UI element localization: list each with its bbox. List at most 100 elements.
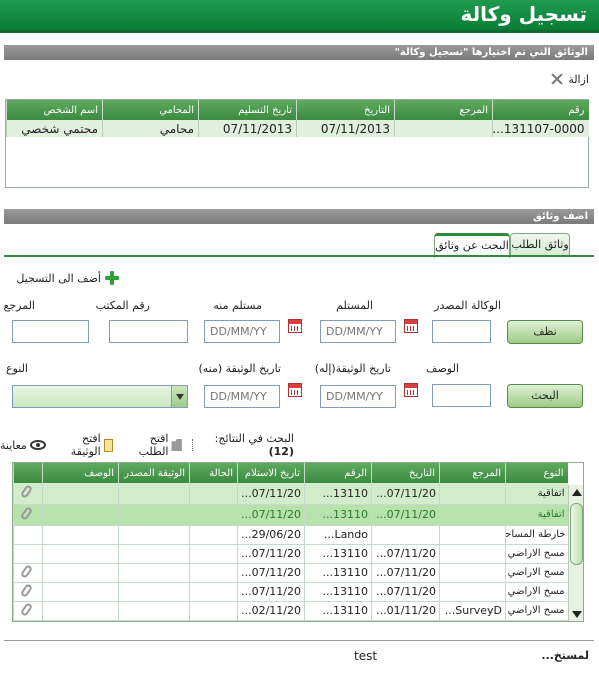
reference-label: المرجع: [3, 299, 36, 312]
results-table: النوع المرجع التاريخ الرقم تاريخ الاستلا…: [12, 462, 584, 622]
column-header[interactable]: رقم: [492, 100, 589, 120]
add-to-registration-button[interactable]: أضف الى التسجيل: [16, 271, 119, 285]
column-header[interactable]: المرجع: [394, 100, 493, 120]
column-header[interactable]: التاريخ: [371, 463, 440, 483]
document-date-from-input[interactable]: [204, 385, 280, 408]
cell-date: 07/11/20...: [371, 544, 440, 564]
cell-received-date: 07/11/20...: [237, 483, 305, 505]
cell-number: 131107-0000...: [492, 120, 589, 137]
clear-button[interactable]: نظف: [507, 320, 583, 344]
cell-number: 13110...: [304, 483, 372, 505]
paperclip-icon[interactable]: [19, 484, 34, 500]
cell-date: 07/11/20...: [371, 563, 440, 583]
column-header[interactable]: تاريخ الاستلام: [237, 463, 305, 483]
cell-reference: [394, 120, 493, 137]
cell-reference: [439, 483, 506, 505]
open-request-button[interactable]: افتح الطلب: [123, 432, 182, 458]
source-agency-input[interactable]: [432, 320, 491, 343]
paperclip-icon[interactable]: [19, 505, 34, 521]
eye-icon: [29, 440, 46, 450]
column-header[interactable]: تاريخ التسليم: [198, 100, 297, 120]
document-date-to-input[interactable]: [320, 385, 396, 408]
results-count: (12): [268, 445, 294, 458]
description-label: الوصف: [426, 362, 459, 375]
cell-received-date: 07/11/20...: [237, 582, 305, 602]
cell-number: 13110...: [304, 582, 372, 602]
plus-icon: [105, 271, 119, 285]
column-header[interactable]: النوع: [505, 463, 568, 483]
paperclip-icon[interactable]: [19, 563, 34, 579]
table-row[interactable]: اتفاقية 07/11/20... 13110... 07/11/20...: [13, 504, 568, 526]
close-icon: [550, 72, 564, 86]
cell-description: [42, 582, 119, 602]
cell-description: [42, 525, 119, 545]
column-header[interactable]: المحامي: [102, 100, 199, 120]
column-header[interactable]: الرقم: [304, 463, 372, 483]
column-header[interactable]: الوثيقة المصدر: [118, 463, 190, 483]
scroll-thumb[interactable]: [570, 503, 583, 565]
cell-attachment: [13, 544, 43, 564]
scroll-up-icon[interactable]: [572, 489, 582, 496]
cell-received-date: 02/11/20...: [237, 601, 305, 621]
cell-date: 07/11/20...: [371, 504, 440, 526]
preview-button[interactable]: معاينة: [0, 439, 46, 452]
cell-reference: [439, 544, 506, 564]
office-number-label: رقم المكتب: [95, 299, 150, 312]
cell-description: [42, 544, 119, 564]
table-row[interactable]: مسح الاراضي 07/11/20... 13110... 07/11/20..…: [13, 563, 568, 583]
cell-source-document: [118, 601, 190, 621]
cell-reference: [439, 525, 506, 545]
cell-received-date: 07/11/20...: [237, 504, 305, 526]
table-row[interactable]: مسح الاراضي 07/11/20... 13110... 07/11/20..…: [13, 544, 568, 564]
recipient-label: المستلم: [336, 299, 373, 312]
reference-input[interactable]: [12, 320, 89, 343]
column-header: [13, 463, 43, 483]
open-document-label: افتح الوثيقة: [70, 432, 101, 458]
description-input[interactable]: [432, 384, 491, 407]
cell-received-date: 07/11/20...: [237, 544, 305, 564]
calendar-icon[interactable]: [288, 383, 302, 397]
column-header[interactable]: الوصف: [42, 463, 119, 483]
scroll-down-icon[interactable]: [572, 611, 582, 618]
cell-date: 01/11/20...: [371, 601, 440, 621]
open-document-button[interactable]: افتح الوثيقة: [56, 432, 114, 458]
office-number-input[interactable]: [109, 320, 188, 343]
type-select[interactable]: [12, 385, 188, 408]
document-icon: [103, 438, 114, 452]
calendar-icon[interactable]: [288, 319, 302, 333]
table-row[interactable]: مسح الاراضي 07/11/20... 13110... 07/11/20..…: [13, 582, 568, 602]
cell-type: خارطة المساحة: [505, 525, 568, 545]
add-to-registration-label: أضف الى التسجيل: [16, 271, 101, 285]
cell-attachment: [13, 582, 43, 602]
footer-value: test: [354, 649, 378, 663]
request-icon: [171, 439, 182, 451]
cell-attachment: [13, 601, 43, 621]
cell-received-date: 29/06/20...: [237, 525, 305, 545]
column-header[interactable]: المرجع: [439, 463, 506, 483]
cell-delivery-date: 07/11/2013: [198, 120, 297, 137]
calendar-icon[interactable]: [404, 383, 418, 397]
recipient-date-input[interactable]: [320, 320, 396, 343]
cell-source-document: [118, 504, 190, 526]
calendar-icon[interactable]: [404, 319, 418, 333]
vertical-scrollbar[interactable]: [568, 485, 583, 621]
cell-description: [42, 563, 119, 583]
title-bar: تسجيل وكالة: [0, 0, 599, 33]
table-row[interactable]: اتفاقية 07/11/20... 13110... 07/11/20...: [13, 483, 568, 505]
paperclip-icon[interactable]: [19, 582, 34, 598]
table-row[interactable]: مسح الاراضي SurveyD... 01/11/20... 13110...…: [13, 601, 568, 621]
remove-button[interactable]: ازالة: [550, 72, 589, 86]
column-header[interactable]: التاريخ: [296, 100, 395, 120]
search-button[interactable]: البحث: [507, 384, 583, 408]
tab-request-documents[interactable]: وثائق الطلب: [510, 233, 570, 257]
received-from-date-input[interactable]: [204, 320, 280, 343]
table-row[interactable]: خارطة المساحة Lando... 29/06/20...: [13, 525, 568, 545]
table-row[interactable]: 131107-0000... 07/11/2013 07/11/2013 محا…: [6, 120, 589, 137]
paperclip-icon[interactable]: [19, 601, 34, 617]
results-toolbar: البحث في النتائج:(12) افتح الطلب افتح ال…: [0, 432, 294, 458]
cell-number: 13110...: [304, 504, 372, 526]
column-header[interactable]: الحالة: [189, 463, 238, 483]
cell-source-document: [118, 544, 190, 564]
column-header[interactable]: اسم الشخص: [6, 100, 103, 120]
cell-source-document: [118, 483, 190, 505]
